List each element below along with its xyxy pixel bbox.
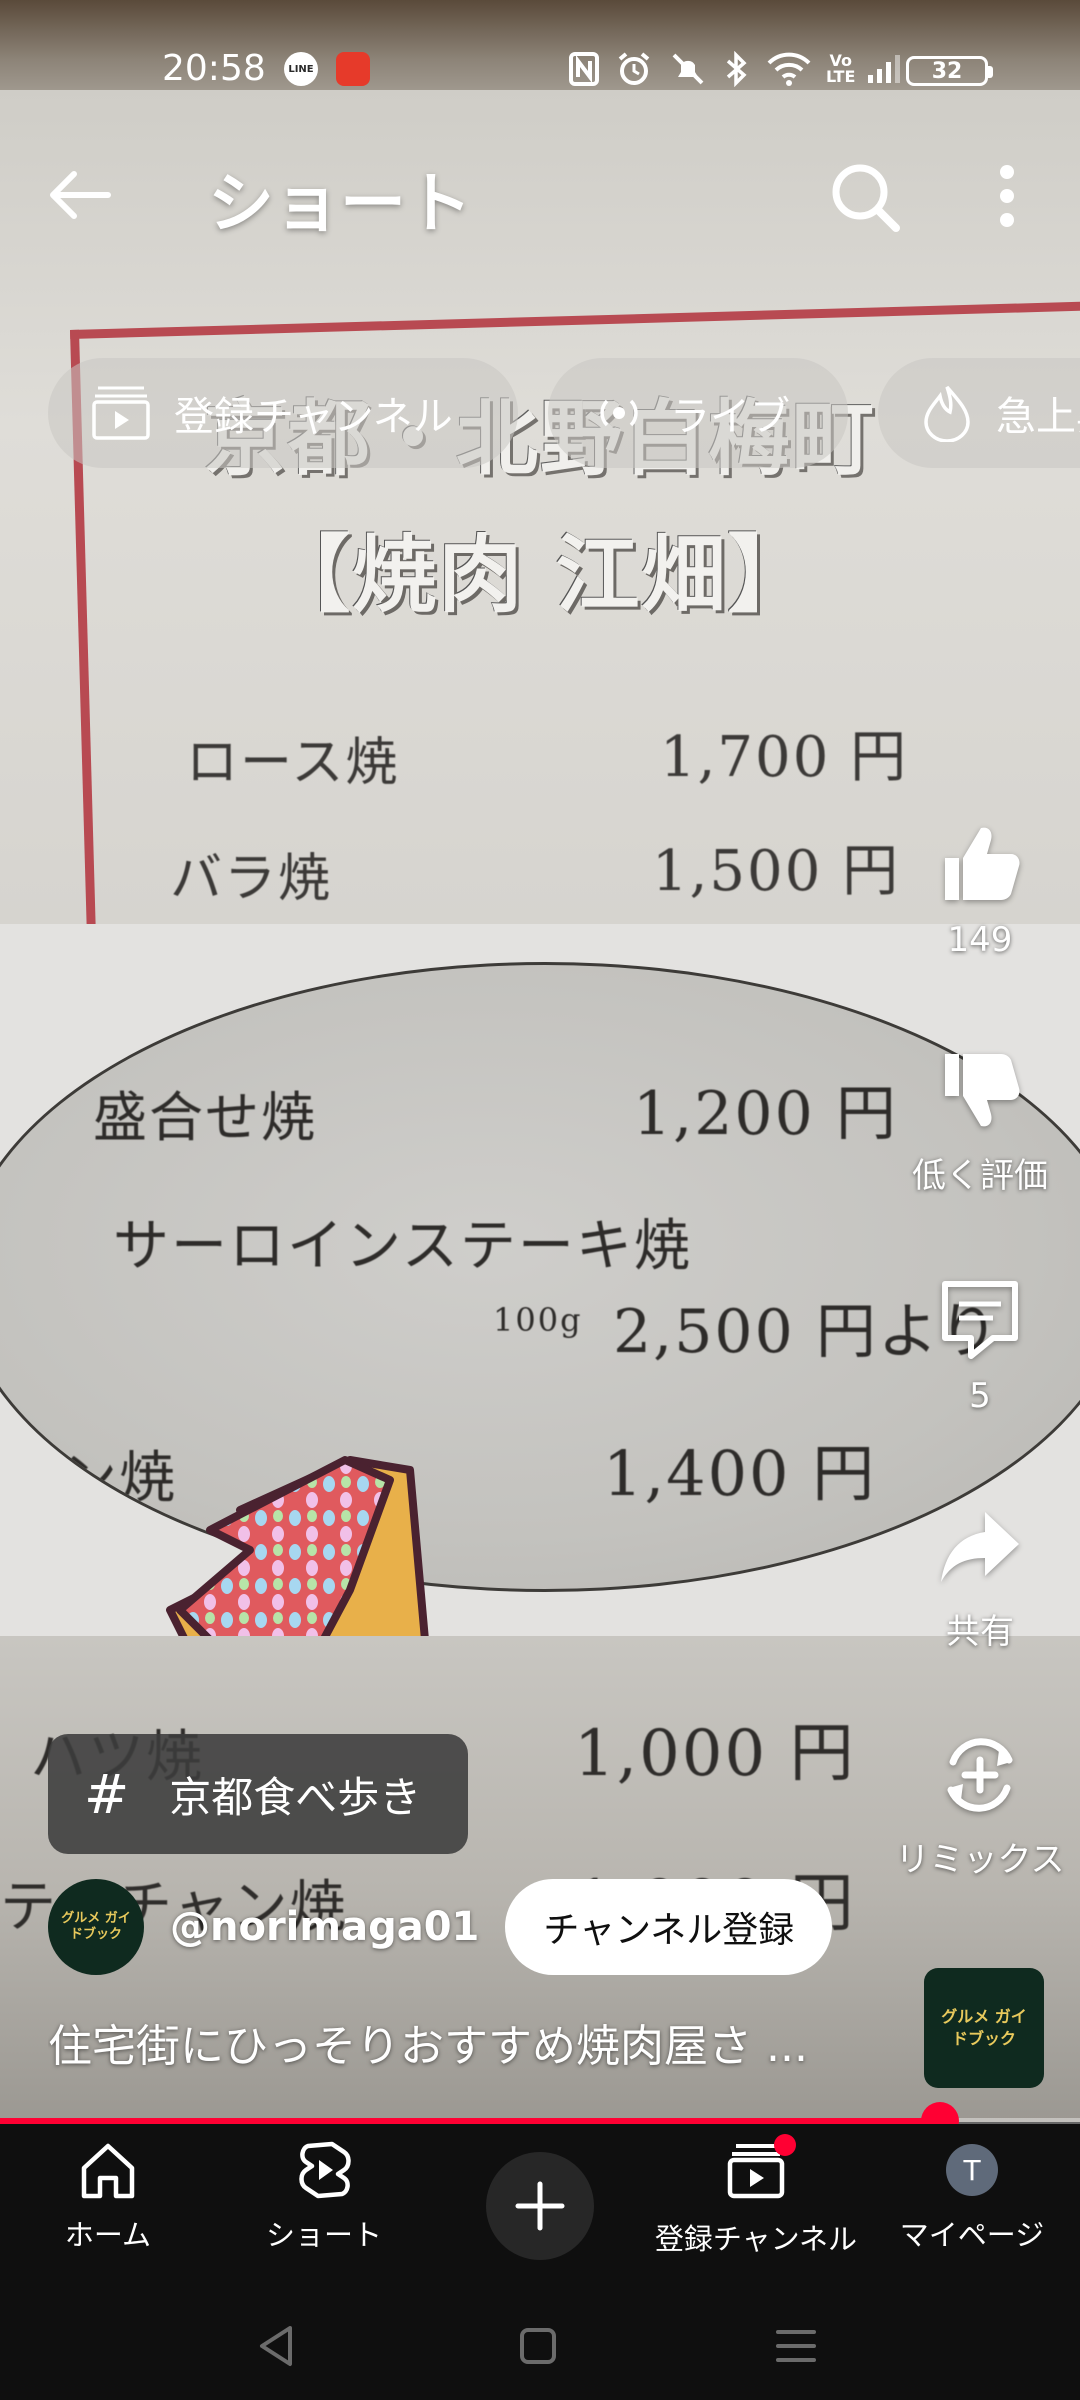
line-app-icon: LINE: [284, 52, 318, 86]
filter-chips: 登録チャンネル ライブ 急上昇: [0, 358, 1080, 470]
nav-shorts-label: ショート: [265, 2218, 382, 2252]
share-button[interactable]: 共有: [880, 1504, 1080, 1653]
back-arrow-icon[interactable]: [40, 160, 120, 230]
line-icon-text: LINE: [288, 63, 314, 75]
home-icon: [81, 2143, 135, 2199]
chip-label: ライブ: [670, 394, 790, 440]
bottom-navigation: ホーム ショート 登録チャンネル T マイページ: [0, 2124, 1080, 2290]
subscriptions-icon-wrap: [724, 2134, 796, 2206]
nav-my-page[interactable]: T マイページ: [864, 2138, 1080, 2278]
status-time: 20:58: [162, 48, 266, 89]
volte-icon: Vo LTE: [826, 51, 856, 86]
system-navigation-bar: [0, 2290, 1080, 2400]
menu-item-price: 1,400 円: [603, 1437, 877, 1510]
more-options-icon[interactable]: [972, 158, 1042, 234]
chip-trending[interactable]: 急上昇: [878, 358, 1080, 468]
menu-item-price: 1,700 円: [660, 725, 909, 790]
mute-icon: [668, 50, 708, 88]
avatar-logo-text: グルメ ガイドブック: [61, 1911, 131, 1942]
menu-item-price: 1,200 円: [633, 1079, 898, 1149]
sound-thumb-text: グルメ ガイドブック: [941, 2007, 1027, 2048]
notification-dot-icon: [774, 2134, 796, 2156]
system-home-icon[interactable]: [508, 2316, 568, 2376]
menu-item-price: 1,500 円: [652, 839, 901, 904]
nav-home-label: ホーム: [64, 2218, 152, 2252]
menu-item-name: ロース焼: [186, 733, 400, 793]
signal-icon: [866, 50, 902, 88]
channel-avatar[interactable]: グルメ ガイドブック: [48, 1879, 144, 1975]
alarm-icon: [616, 50, 652, 88]
like-count: 149: [947, 920, 1013, 960]
shorts-icon: [299, 2141, 351, 2199]
dislike-button[interactable]: 低く評価: [880, 1048, 1080, 1197]
system-recents-icon[interactable]: [766, 2316, 826, 2376]
nfc-icon: [568, 50, 600, 88]
system-back-icon[interactable]: [248, 2316, 308, 2376]
menu-item-price: 1,000 円: [574, 1717, 856, 1791]
comment-count: 5: [969, 1376, 991, 1416]
remix-button[interactable]: リミックス: [880, 1732, 1080, 1881]
menu-item-name: バラ焼: [170, 849, 333, 909]
nav-subscriptions-label: 登録チャンネル: [654, 2222, 858, 2256]
nav-subscriptions[interactable]: 登録チャンネル: [648, 2134, 864, 2278]
channel-handle[interactable]: @norimaga01: [170, 1904, 479, 1950]
nav-home[interactable]: ホーム: [0, 2138, 216, 2278]
share-label: 共有: [946, 1612, 1014, 1652]
wifi-icon: [766, 50, 812, 88]
video-description[interactable]: 住宅街にひっそりおすすめ焼肉屋さ ...: [48, 2010, 878, 2074]
live-icon: [600, 399, 638, 427]
comment-icon: [942, 1281, 1018, 1359]
battery-level: 32: [931, 58, 963, 84]
profile-avatar: T: [946, 2144, 998, 2196]
hashtag-pill[interactable]: # 京都食べ歩き: [48, 1734, 468, 1854]
chip-label: 急上昇: [996, 394, 1080, 440]
thumbs-down-icon: [945, 1054, 1020, 1127]
subscriptions-icon: [92, 386, 150, 440]
profile-avatar-wrap: T: [946, 2138, 998, 2202]
sound-thumbnail[interactable]: グルメ ガイドブック: [924, 1968, 1044, 2088]
nav-my-page-label: マイページ: [899, 2218, 1045, 2252]
hashtag-label: 京都食べ歩き: [169, 1772, 422, 1822]
chip-subscriptions[interactable]: 登録チャンネル: [48, 358, 518, 468]
thumbs-up-icon: [945, 827, 1020, 900]
share-icon: [941, 1512, 1019, 1582]
create-button[interactable]: [486, 2152, 594, 2260]
chip-label: 登録チャンネル: [174, 394, 453, 440]
menu-item-name: 盛合せ焼: [93, 1086, 317, 1149]
chip-live[interactable]: ライブ: [548, 358, 848, 468]
search-icon[interactable]: [820, 158, 910, 234]
create-plus-icon: [515, 2181, 565, 2231]
bluetooth-icon: [724, 50, 748, 88]
trending-icon: [924, 385, 970, 442]
video-overlay-subtitle: 【焼肉 江畑】: [266, 525, 814, 624]
subscribe-button[interactable]: チャンネル登録: [505, 1879, 833, 1975]
battery-indicator: 32: [906, 56, 993, 86]
menu-item-name: サーロインステーキ焼: [113, 1214, 692, 1279]
comments-button[interactable]: 5: [880, 1276, 1080, 1416]
remix-icon: [947, 1738, 1013, 1812]
hashtag-icon: #: [84, 1762, 130, 1826]
menu-item-name: 100g: [493, 1301, 583, 1339]
like-button[interactable]: 149: [880, 820, 1080, 960]
page-title: ショート: [208, 165, 472, 242]
top-app-bar: ショート: [0, 140, 1080, 250]
nav-shorts[interactable]: ショート: [216, 2138, 432, 2278]
remix-label: リミックス: [895, 1840, 1065, 1880]
channel-row: グルメ ガイドブック @norimaga01 チャンネル登録: [48, 1878, 833, 1976]
status-bar: 20:58 LINE Vo LTE 32: [0, 0, 1080, 140]
app-notification-icon: [336, 52, 370, 86]
dislike-label: 低く評価: [912, 1156, 1048, 1196]
